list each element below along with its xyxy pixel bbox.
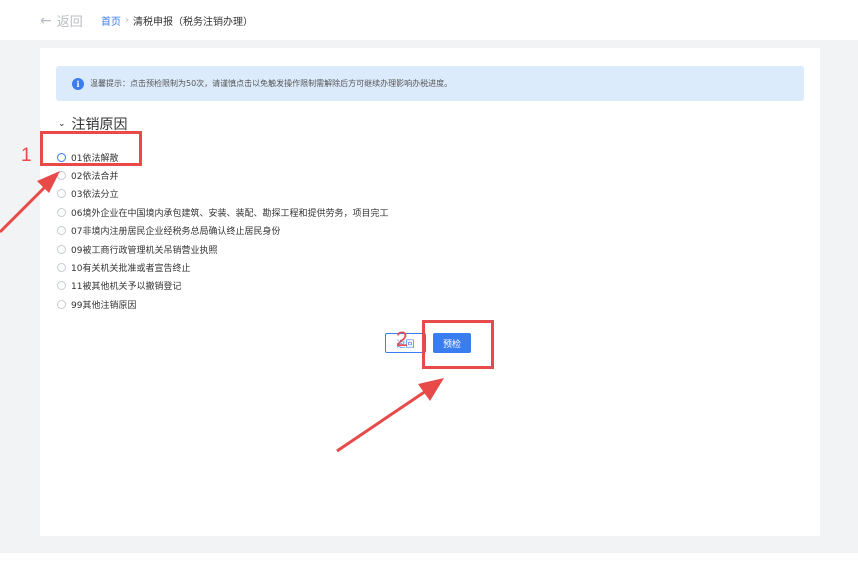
radio-circle-icon[interactable] <box>57 189 66 199</box>
reason-option[interactable]: 09被工商行政管理机关吊销营业执照 <box>57 240 388 258</box>
reason-option[interactable]: 02依法合并 <box>57 166 388 184</box>
annotation-highlight-box-2 <box>422 320 494 369</box>
radio-circle-icon[interactable] <box>57 299 66 309</box>
radio-circle-icon[interactable] <box>57 263 66 273</box>
reason-option[interactable]: 11被其他机关予以撤销登记 <box>57 277 388 295</box>
radio-circle-icon[interactable] <box>57 171 66 181</box>
back-link[interactable]: ← 返回 <box>40 11 83 31</box>
reason-label: 07非境内注册居民企业经税务总局确认终止居民身份 <box>71 227 281 238</box>
breadcrumb-home-link[interactable]: 首页 <box>101 13 121 28</box>
annotation-step-number-2: 2 <box>396 328 408 351</box>
annotation-step-number-1: 1 <box>21 145 32 166</box>
back-arrow-icon: ← <box>40 12 52 29</box>
radio-circle-icon[interactable] <box>57 226 66 236</box>
reason-option[interactable]: 03依法分立 <box>57 185 388 203</box>
notice-banner: i 温馨提示：点击预检限制为50次，请谨慎点击以免触发操作限制需解除后方可继续办… <box>56 66 804 101</box>
reason-option[interactable]: 06境外企业在中国境内承包建筑、安装、装配、勘探工程和提供劳务，项目完工 <box>57 203 388 221</box>
radio-circle-icon[interactable] <box>57 281 66 291</box>
breadcrumb-separator-icon: › <box>125 15 129 26</box>
back-label: 返回 <box>56 15 83 30</box>
radio-circle-icon[interactable] <box>57 207 66 217</box>
reason-label: 09被工商行政管理机关吊销营业执照 <box>71 245 218 256</box>
breadcrumb: 首页 › 清税申报（税务注销办理） <box>101 13 253 28</box>
reason-label: 03依法分立 <box>71 190 119 201</box>
info-icon: i <box>72 77 84 90</box>
reason-radio-group: 01依法解散 02依法合并 03依法分立 06境外企业在中国境内承包建筑、安装、… <box>57 148 388 314</box>
top-bar: ← 返回 首页 › 清税申报（税务注销办理） <box>0 0 858 40</box>
annotation-highlight-box-1 <box>40 131 142 166</box>
reason-label: 11被其他机关予以撤销登记 <box>71 282 182 293</box>
reason-option[interactable]: 99其他注销原因 <box>57 295 388 313</box>
reason-label: 06境外企业在中国境内承包建筑、安装、装配、勘探工程和提供劳务，项目完工 <box>71 208 389 219</box>
notice-text: 温馨提示：点击预检限制为50次，请谨慎点击以免触发操作限制需解除后方可继续办理影… <box>90 79 453 88</box>
chevron-down-icon: ⌄ <box>58 119 66 129</box>
reason-label: 99其他注销原因 <box>71 300 137 311</box>
reason-option[interactable]: 10有关机关批准或者宣告终止 <box>57 258 388 276</box>
breadcrumb-current: 清税申报（税务注销办理） <box>133 17 253 28</box>
reason-label: 02依法合并 <box>71 172 119 183</box>
reason-option[interactable]: 07非境内注册居民企业经税务总局确认终止居民身份 <box>57 222 388 240</box>
reason-label: 10有关机关批准或者宣告终止 <box>71 264 191 275</box>
radio-circle-icon[interactable] <box>57 244 66 254</box>
